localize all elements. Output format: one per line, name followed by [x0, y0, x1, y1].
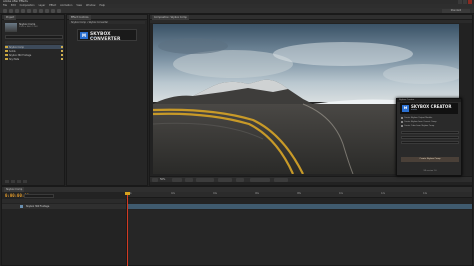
folder-icon [5, 50, 8, 52]
tab-project[interactable]: Project [4, 15, 17, 20]
grid-icon[interactable] [172, 178, 182, 182]
resolution-select[interactable] [218, 178, 232, 182]
option-current-comp[interactable]: Create Skybox from Current Comp [401, 121, 459, 123]
checkbox[interactable] [401, 121, 403, 123]
snapshot-icon[interactable] [185, 178, 193, 182]
settings-field[interactable] [401, 131, 459, 134]
timeline-search-input[interactable] [24, 194, 54, 198]
active-camera-select[interactable] [250, 178, 270, 182]
mettle-logo-icon: M [80, 32, 88, 39]
project-panel: Project Skybox Comp 1920 x 960 (1.00) Sk… [1, 14, 65, 186]
workspace-select[interactable]: Standard [442, 9, 470, 13]
viewer-control-bar: 50% [150, 176, 472, 182]
region-of-interest-icon[interactable] [236, 178, 244, 182]
list-item[interactable]: Sky Plate [5, 57, 63, 61]
footage-icon [5, 58, 8, 60]
label-color-swatch[interactable] [61, 58, 63, 60]
tab-effect-controls[interactable]: Effect Controls [69, 15, 91, 20]
current-time-display[interactable] [196, 178, 214, 182]
skybox-creator-logo: M SKYBOX CREATOR mettle [400, 103, 458, 114]
file-name: Skybox Comp [9, 45, 24, 49]
tab-timeline-comp[interactable]: Skybox Comp [4, 187, 25, 192]
rotate-tool-icon[interactable] [21, 9, 25, 13]
skybox-converter-logo: M SKYBOX CONVERTER mettle [77, 29, 137, 42]
views-select[interactable] [274, 178, 288, 182]
selection-tool-icon[interactable] [3, 9, 7, 13]
composition-icon [5, 46, 8, 48]
hand-tool-icon[interactable] [9, 9, 13, 13]
layer-row[interactable]: Skybox 360 Footage [2, 204, 126, 209]
skybox-creator-window: Skybox Creator M SKYBOX CREATOR mettle C… [396, 98, 462, 176]
playhead[interactable] [125, 192, 130, 266]
comp-breadcrumb-bar [150, 20, 472, 23]
ruler-tick: 14s [423, 192, 427, 195]
new-folder-icon[interactable] [11, 180, 15, 183]
file-name: Skybox 360 Footage [9, 53, 32, 57]
list-item[interactable]: Skybox Comp [5, 45, 63, 49]
ruler-tick: 12s [381, 192, 385, 195]
layer-name: Skybox 360 Footage [26, 205, 50, 208]
project-search-input[interactable] [5, 35, 63, 39]
plugin-vendor: mettle [90, 37, 97, 39]
footage-icon [5, 54, 8, 56]
skybox-window-title[interactable]: Skybox Creator [397, 99, 461, 102]
project-item-details: 1920 x 960 (1.00) [19, 26, 38, 28]
new-composition-icon[interactable] [17, 180, 21, 183]
project-tabstrip: Project [2, 15, 64, 20]
option-label: Create Cube from Skybox Comp [404, 125, 435, 127]
option-output-module[interactable]: Create Skybox Output Module [401, 117, 459, 119]
effect-controls-panel: Effect Controls Skybox Comp • Skybox Con… [66, 14, 148, 186]
timeline-panel: Skybox Comp 0:00:00:00 0s 02s 04s 06s 08… [1, 186, 473, 266]
label-color-swatch[interactable] [61, 46, 63, 48]
project-thumbnail [5, 23, 17, 32]
settings-field[interactable] [401, 141, 459, 144]
always-preview-icon[interactable] [152, 178, 158, 182]
plugin-vendor: mettle [411, 109, 418, 111]
option-label: Create Skybox Output Module [404, 117, 433, 119]
brush-tool-icon[interactable] [57, 9, 61, 13]
zoom-tool-icon[interactable] [15, 9, 19, 13]
cloud [273, 42, 413, 66]
layer-label-color[interactable] [20, 205, 23, 208]
tool-group [3, 9, 61, 13]
project-file-list: Skybox Comp Solids Skybox 360 Footage Sk… [5, 45, 63, 61]
file-name: Solids [9, 49, 16, 53]
effects-tabstrip: Effect Controls [67, 15, 147, 20]
camera-tool-icon[interactable] [27, 9, 31, 13]
checkbox[interactable] [401, 125, 403, 127]
file-name: Sky Plate [9, 57, 20, 61]
effect-layer-row: Skybox Comp • Skybox Converter [69, 21, 145, 24]
timeline-track-area[interactable] [127, 210, 472, 265]
ruler-tick: 04s [213, 192, 217, 195]
ruler-tick: 08s [297, 192, 301, 195]
settings-field[interactable] [401, 136, 459, 139]
list-item[interactable]: Skybox 360 Footage [5, 53, 63, 57]
checkbox[interactable] [401, 117, 403, 119]
ruler-tick: 06s [255, 192, 259, 195]
mettle-logo-icon: M [402, 105, 409, 112]
version-label: VR version 1.0 [423, 170, 437, 172]
layer-duration-bar[interactable] [128, 204, 472, 209]
project-bottom-bar [5, 180, 27, 183]
label-color-swatch[interactable] [61, 54, 63, 56]
trash-icon[interactable] [23, 180, 27, 183]
pan-behind-tool-icon[interactable] [33, 9, 37, 13]
ruler-tick: 10s [339, 192, 343, 195]
interpret-footage-icon[interactable] [5, 180, 9, 183]
create-skybox-button[interactable]: Create Skybox Comp [401, 157, 459, 162]
project-column-header [5, 41, 63, 44]
ruler-tick: 02s [171, 192, 175, 195]
option-label: Create Skybox from Current Comp [404, 121, 437, 123]
mask-tool-icon[interactable] [39, 9, 43, 13]
pen-tool-icon[interactable] [45, 9, 49, 13]
zoom-level[interactable]: 50% [160, 178, 165, 182]
list-item[interactable]: Solids [5, 49, 63, 53]
layer-column-header [2, 199, 126, 203]
cloud [158, 38, 228, 54]
type-tool-icon[interactable] [51, 9, 55, 13]
time-ruler[interactable]: 0s 02s 04s 06s 08s 10s 12s 14s [127, 192, 472, 198]
option-cube-comp[interactable]: Create Cube from Skybox Comp [401, 125, 459, 127]
label-color-swatch[interactable] [61, 50, 63, 52]
